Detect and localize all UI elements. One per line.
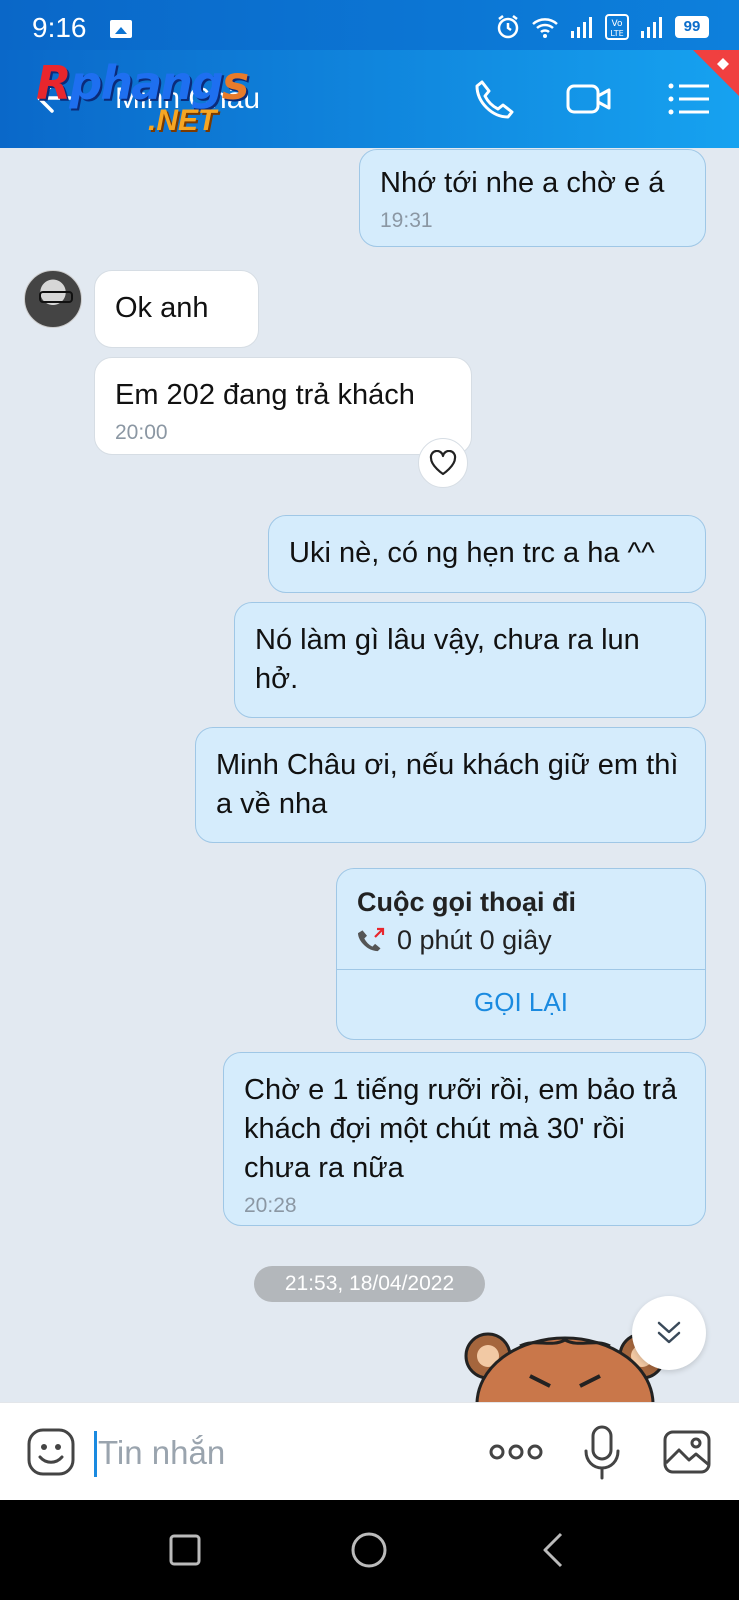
volte-icon: VoLTE bbox=[605, 14, 629, 40]
message-bubble[interactable]: Nó làm gì lâu vậy, chưa ra lun hở. bbox=[234, 602, 706, 718]
message-text: Minh Châu ơi, nếu khách giữ em thì a về … bbox=[216, 749, 679, 820]
message-text: Chờ e 1 tiếng rưỡi rồi, em bảo trả khách… bbox=[244, 1074, 678, 1184]
svg-text:LTE: LTE bbox=[610, 29, 623, 38]
message-bubble[interactable]: Minh Châu ơi, nếu khách giữ em thì a về … bbox=[195, 727, 706, 843]
call-duration-row: 0 phút 0 giây bbox=[357, 925, 552, 956]
call-duration: 0 phút 0 giây bbox=[397, 925, 552, 955]
phone-icon[interactable] bbox=[470, 76, 516, 122]
wifi-icon bbox=[532, 18, 558, 38]
avatar[interactable] bbox=[24, 270, 82, 328]
message-time: 20:28 bbox=[244, 1194, 297, 1217]
date-separator: 21:53, 18/04/2022 bbox=[254, 1266, 485, 1302]
alarm-icon bbox=[497, 15, 519, 39]
call-title: Cuộc gọi thoại đi bbox=[357, 887, 576, 917]
microphone-icon[interactable] bbox=[582, 1425, 622, 1481]
call-card[interactable]: Cuộc gọi thoại đi 0 phút 0 giây GỌI LẠI bbox=[336, 868, 706, 1040]
message-time: 20:00 bbox=[115, 421, 168, 444]
home-icon[interactable] bbox=[349, 1530, 389, 1570]
heart-icon bbox=[429, 450, 457, 476]
recent-apps-icon[interactable] bbox=[165, 1530, 205, 1570]
watermark-logo: Rphangs .NET bbox=[36, 56, 249, 137]
composer-bar bbox=[0, 1402, 739, 1500]
message-text: Ok anh bbox=[115, 292, 209, 324]
signal-icon bbox=[571, 17, 592, 38]
status-icons: Vo LTE 99 bbox=[495, 14, 709, 40]
more-options-icon[interactable] bbox=[488, 1439, 544, 1465]
battery-icon: 99 bbox=[675, 16, 709, 38]
message-list[interactable]: Nhớ tới nhe a chờ e á 19:31 Ok anh Em 20… bbox=[0, 148, 739, 1402]
watermark-net: .NET bbox=[148, 104, 217, 137]
back-icon[interactable] bbox=[535, 1530, 575, 1570]
message-bubble[interactable]: Uki nè, có ng hẹn trc a ha ^^ bbox=[268, 515, 706, 593]
outgoing-call-icon bbox=[358, 927, 385, 951]
system-nav-bar bbox=[0, 1500, 739, 1600]
watermark-part: s bbox=[221, 56, 249, 110]
message-text: Uki nè, có ng hẹn trc a ha ^^ bbox=[289, 537, 655, 569]
message-input[interactable] bbox=[98, 1425, 458, 1481]
signal-icon bbox=[641, 17, 662, 38]
message-text: Nó làm gì lâu vậy, chưa ra lun hở. bbox=[255, 624, 640, 695]
emoji-icon[interactable] bbox=[26, 1427, 76, 1477]
image-icon[interactable] bbox=[662, 1427, 712, 1477]
message-bubble[interactable]: Nhớ tới nhe a chờ e á 19:31 bbox=[359, 149, 706, 247]
chevron-double-down-icon bbox=[657, 1321, 681, 1344]
video-icon[interactable] bbox=[566, 76, 612, 122]
status-bar: 9:16 Vo LTE 99 bbox=[0, 0, 739, 50]
scroll-down-button[interactable] bbox=[632, 1296, 706, 1370]
react-button[interactable] bbox=[418, 438, 468, 488]
message-bubble[interactable]: Chờ e 1 tiếng rưỡi rồi, em bảo trả khách… bbox=[223, 1052, 706, 1226]
chat-header: Minh Châu Rphangs .NET bbox=[0, 50, 739, 148]
message-time: 19:31 bbox=[380, 209, 433, 232]
message-bubble[interactable]: Em 202 đang trả khách 20:00 bbox=[94, 357, 472, 455]
gallery-icon bbox=[110, 20, 132, 38]
svg-text:Vo: Vo bbox=[612, 19, 623, 29]
status-time: 9:16 bbox=[32, 12, 87, 43]
watermark-part: R bbox=[36, 56, 71, 110]
notification-badge-icon bbox=[693, 50, 739, 96]
message-text: Nhớ tới nhe a chờ e á bbox=[380, 167, 665, 199]
call-back-button[interactable]: GỌI LẠI bbox=[337, 987, 705, 1018]
message-bubble[interactable]: Ok anh bbox=[94, 270, 259, 348]
text-caret bbox=[94, 1431, 97, 1477]
message-text: Em 202 đang trả khách bbox=[115, 379, 415, 411]
watermark-part: phang bbox=[69, 56, 223, 110]
divider bbox=[337, 969, 705, 970]
